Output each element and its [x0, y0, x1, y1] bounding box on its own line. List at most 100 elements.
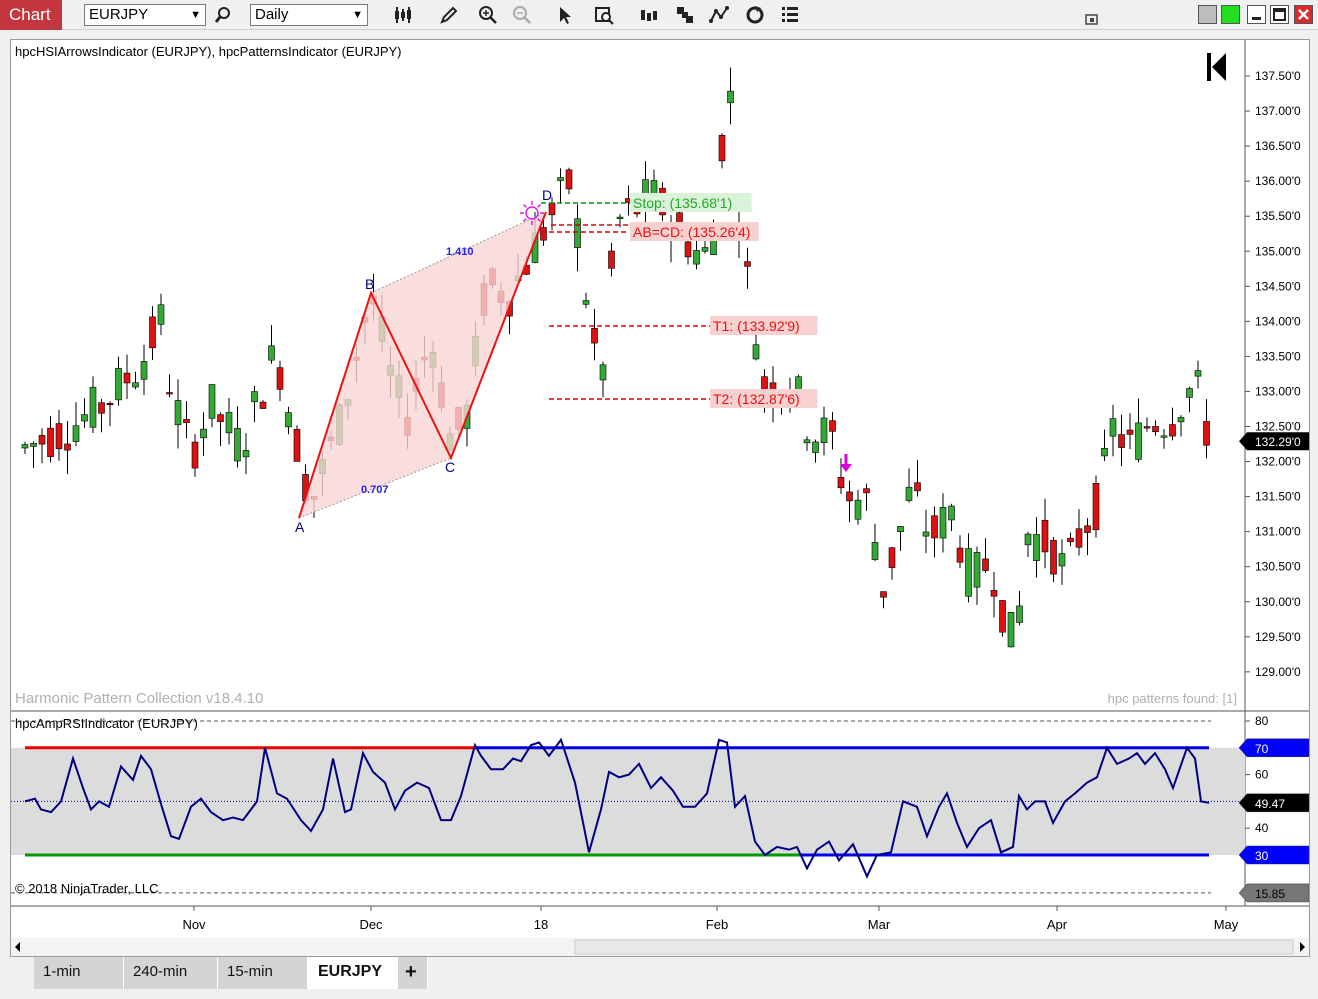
down-candle	[676, 212, 683, 223]
down-candle	[684, 241, 692, 258]
down-candle	[1041, 519, 1049, 553]
period-selector[interactable]: Daily ▼	[250, 4, 368, 26]
search-icon[interactable]	[210, 2, 236, 28]
down-candle	[829, 420, 836, 432]
indicators-icon[interactable]	[636, 2, 662, 28]
link-window-icon[interactable]	[1079, 6, 1105, 32]
down-candle	[837, 476, 845, 489]
toolbar: Chart EURJPY ▼ Daily ▼	[0, 0, 1318, 30]
pattern-point-label: A	[295, 519, 305, 535]
time-tick-label: Dec	[359, 917, 383, 932]
price-tick-label: 134.50'0	[1255, 279, 1301, 293]
down-candle	[548, 202, 556, 216]
up-candle	[922, 531, 930, 537]
chart-area[interactable]: A B C D 1.410 0.707 Stop: (135.68'1) AB=CD: (1…	[10, 39, 1310, 957]
down-candle	[863, 488, 870, 494]
instrument-selector[interactable]: EURJPY ▼	[84, 4, 206, 26]
window-gray-button[interactable]	[1198, 5, 1217, 24]
up-candle	[89, 386, 97, 428]
data-box-icon[interactable]	[591, 2, 617, 28]
chart-title-tab[interactable]: Chart	[0, 0, 62, 30]
up-candle	[616, 216, 624, 219]
rsi-panel-title: hpcAmpRSIIndicator (EURJPY)	[15, 716, 198, 731]
down-candle	[293, 429, 301, 462]
up-candle	[174, 400, 182, 426]
tab-1-min[interactable]: 1-min	[34, 957, 124, 989]
stop-label: Stop: (135.68'1)	[633, 195, 732, 211]
down-candle	[931, 515, 938, 539]
down-candle	[565, 169, 573, 190]
close-button[interactable]	[1294, 5, 1313, 24]
up-candle	[1135, 422, 1142, 460]
bars-type-icon[interactable]	[390, 2, 416, 28]
up-candle	[693, 250, 700, 265]
up-candle	[1058, 553, 1066, 567]
down-candle	[47, 427, 54, 457]
up-candle	[599, 364, 607, 381]
rsi-tick-label: 80	[1255, 714, 1269, 728]
up-candle	[871, 542, 879, 560]
price-tick-label: 131.00'0	[1255, 525, 1301, 539]
chart-window: Chart EURJPY ▼ Daily ▼ A B C D 1.410 0.7…	[0, 0, 1318, 999]
signal-down-arrow-icon	[840, 454, 852, 472]
price-tick-label: 136.00'0	[1255, 174, 1301, 188]
price-tick-label: 137.50'0	[1255, 69, 1301, 83]
rsi-30-badge	[1238, 845, 1309, 865]
down-candle	[718, 135, 726, 162]
strategies-icon[interactable]	[672, 2, 698, 28]
down-candle	[1067, 537, 1074, 543]
pointer-icon[interactable]	[552, 2, 578, 28]
draw-pencil-icon[interactable]	[436, 2, 462, 28]
rsi-tick-label: 40	[1255, 821, 1269, 835]
window-green-button[interactable]	[1221, 5, 1240, 24]
add-tab-button[interactable]: +	[398, 957, 428, 989]
down-candle	[744, 261, 751, 267]
price-tick-label: 134.00'0	[1255, 314, 1301, 328]
up-candle	[140, 361, 148, 380]
rsi-70-badge-label: 70	[1255, 742, 1269, 756]
up-candle	[1160, 435, 1168, 438]
down-candle	[1126, 429, 1134, 435]
properties-list-icon[interactable]	[777, 2, 803, 28]
zoom-out-icon[interactable]	[509, 2, 535, 28]
rsi-tick-label: 60	[1255, 768, 1269, 782]
period-value: Daily	[255, 6, 289, 23]
up-candle	[752, 344, 760, 360]
tab-eurjpy[interactable]: EURJPY	[308, 957, 398, 989]
ratio-label: 1.410	[446, 246, 474, 258]
price-tick-label: 132.00'0	[1255, 455, 1301, 469]
maximize-button[interactable]	[1270, 5, 1289, 24]
tab-240-min[interactable]: 240-min	[124, 957, 218, 989]
up-candle	[948, 505, 955, 521]
price-tick-label: 130.50'0	[1255, 560, 1301, 574]
up-candle	[1016, 605, 1023, 623]
minimize-button[interactable]	[1247, 5, 1266, 24]
up-candle	[285, 412, 292, 428]
time-tick-label: Apr	[1047, 917, 1068, 932]
down-candle	[259, 401, 267, 409]
last-price-label: 132.29'0	[1255, 435, 1301, 449]
down-candle	[1092, 482, 1100, 531]
down-candle	[982, 558, 989, 571]
scroll-to-start-icon[interactable]	[1207, 53, 1226, 81]
reload-icon[interactable]	[742, 2, 768, 28]
down-candle	[956, 547, 964, 563]
up-candle	[30, 443, 37, 447]
down-candle	[123, 372, 131, 384]
down-candle	[888, 547, 896, 568]
watermark-text: Harmonic Pattern Collection v18.4.10	[15, 690, 263, 707]
down-candle	[166, 392, 173, 395]
up-candle	[157, 304, 165, 325]
drawing-tools-icon[interactable]	[706, 2, 732, 28]
tab-15-min[interactable]: 15-min	[218, 957, 308, 989]
up-candle	[72, 425, 80, 442]
horizontal-scrollbar[interactable]	[11, 938, 1309, 956]
up-candle	[812, 441, 819, 453]
down-candle	[55, 423, 63, 450]
zoom-in-icon[interactable]	[475, 2, 501, 28]
down-candle	[608, 250, 615, 269]
down-candle	[1169, 424, 1176, 437]
copyright-text: © 2018 NinjaTrader, LLC	[15, 881, 159, 896]
price-tick-label: 133.50'0	[1255, 349, 1301, 363]
up-candle	[820, 417, 828, 444]
